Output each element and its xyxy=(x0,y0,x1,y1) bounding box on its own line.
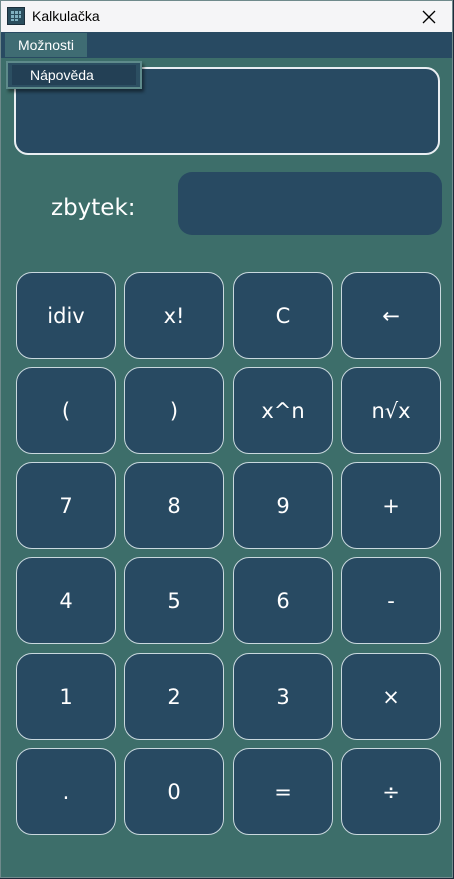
remainder-display xyxy=(178,172,442,235)
backspace-button[interactable]: ← xyxy=(341,272,441,359)
minus-button[interactable]: - xyxy=(341,557,441,644)
plus-button[interactable]: + xyxy=(341,462,441,549)
power-button[interactable]: x^n xyxy=(233,367,333,454)
decimal-point-button[interactable]: . xyxy=(16,748,116,835)
root-button[interactable]: n√x xyxy=(341,367,441,454)
digit-2-button[interactable]: 2 xyxy=(124,653,224,740)
multiply-button[interactable]: × xyxy=(341,653,441,740)
equals-button[interactable]: = xyxy=(233,748,333,835)
calculator-window: Kalkulačka Možnosti Nápověda zbytek: idi… xyxy=(0,0,453,878)
open-paren-button[interactable]: ( xyxy=(16,367,116,454)
clear-button[interactable]: C xyxy=(233,272,333,359)
menu-options[interactable]: Možnosti xyxy=(5,33,87,57)
calculator-app-icon xyxy=(7,7,25,25)
divide-button[interactable]: ÷ xyxy=(341,748,441,835)
menu-bar: Možnosti xyxy=(1,32,452,58)
close-icon xyxy=(422,10,436,23)
digit-9-button[interactable]: 9 xyxy=(233,462,333,549)
close-button[interactable] xyxy=(406,1,452,32)
remainder-label: zbytek: xyxy=(51,195,136,221)
digit-5-button[interactable]: 5 xyxy=(124,557,224,644)
options-dropdown: Nápověda xyxy=(6,61,142,89)
digit-8-button[interactable]: 8 xyxy=(124,462,224,549)
digit-3-button[interactable]: 3 xyxy=(233,653,333,740)
digit-6-button[interactable]: 6 xyxy=(233,557,333,644)
digit-0-button[interactable]: 0 xyxy=(124,748,224,835)
idiv-button[interactable]: idiv xyxy=(16,272,116,359)
digit-4-button[interactable]: 4 xyxy=(16,557,116,644)
digit-7-button[interactable]: 7 xyxy=(16,462,116,549)
title-bar[interactable]: Kalkulačka xyxy=(1,1,452,32)
digit-1-button[interactable]: 1 xyxy=(16,653,116,740)
factorial-button[interactable]: x! xyxy=(124,272,224,359)
close-paren-button[interactable]: ) xyxy=(124,367,224,454)
window-title: Kalkulačka xyxy=(32,8,100,24)
menu-item-help[interactable]: Nápověda xyxy=(12,65,136,85)
